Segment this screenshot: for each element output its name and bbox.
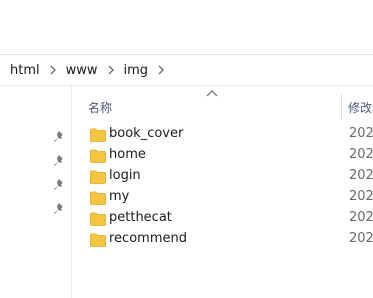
- file-name: recommend: [109, 231, 187, 246]
- list-item[interactable]: my 2023: [72, 187, 373, 208]
- folder-icon: [90, 233, 106, 247]
- file-name: home: [109, 147, 146, 162]
- file-name: book_cover: [109, 126, 184, 141]
- file-date: 2023: [349, 126, 373, 141]
- file-date: 2023: [349, 210, 373, 225]
- list-item[interactable]: home 2023: [72, 145, 373, 166]
- file-name: my: [109, 189, 130, 204]
- pin-icon[interactable]: [52, 154, 66, 168]
- file-date: 2023: [349, 147, 373, 162]
- navigation-pane: [0, 86, 72, 298]
- column-header-name[interactable]: 名称: [88, 96, 338, 118]
- chevron-right-icon[interactable]: [46, 65, 60, 75]
- pin-icon[interactable]: [52, 202, 66, 216]
- column-header-name-label: 名称: [88, 100, 113, 115]
- folder-icon: [90, 170, 106, 184]
- file-list: book_cover 2023 home 2023 login 2023 my …: [72, 124, 373, 250]
- list-item[interactable]: petthecat 2023: [72, 208, 373, 229]
- folder-icon: [90, 128, 106, 142]
- list-item[interactable]: book_cover 2023: [72, 124, 373, 145]
- list-item[interactable]: recommend 2023: [72, 229, 373, 250]
- pin-icon[interactable]: [52, 178, 66, 192]
- file-date: 2023: [349, 168, 373, 183]
- file-name: petthecat: [109, 210, 172, 225]
- folder-icon: [90, 212, 106, 226]
- pin-icon[interactable]: [52, 130, 66, 144]
- breadcrumb-item-html[interactable]: html: [8, 61, 42, 80]
- breadcrumb-item-www[interactable]: www: [64, 61, 100, 80]
- file-explorer-window: html www img 名称 修改 book_cover 202 home 2…: [0, 0, 373, 298]
- chevron-right-icon[interactable]: [104, 65, 118, 75]
- column-header-modified-label: 修改: [348, 100, 373, 115]
- breadcrumb: html www img: [0, 56, 373, 84]
- file-date: 2023: [349, 231, 373, 246]
- list-item[interactable]: login 2023: [72, 166, 373, 187]
- file-date: 2023: [349, 189, 373, 204]
- folder-icon: [90, 191, 106, 205]
- column-header-modified[interactable]: 修改: [348, 96, 373, 118]
- chevron-right-icon[interactable]: [154, 65, 168, 75]
- file-name: login: [109, 168, 141, 183]
- folder-icon: [90, 149, 106, 163]
- toolbar-area: [0, 0, 373, 55]
- column-divider[interactable]: [341, 94, 342, 120]
- breadcrumb-item-img[interactable]: img: [122, 61, 151, 80]
